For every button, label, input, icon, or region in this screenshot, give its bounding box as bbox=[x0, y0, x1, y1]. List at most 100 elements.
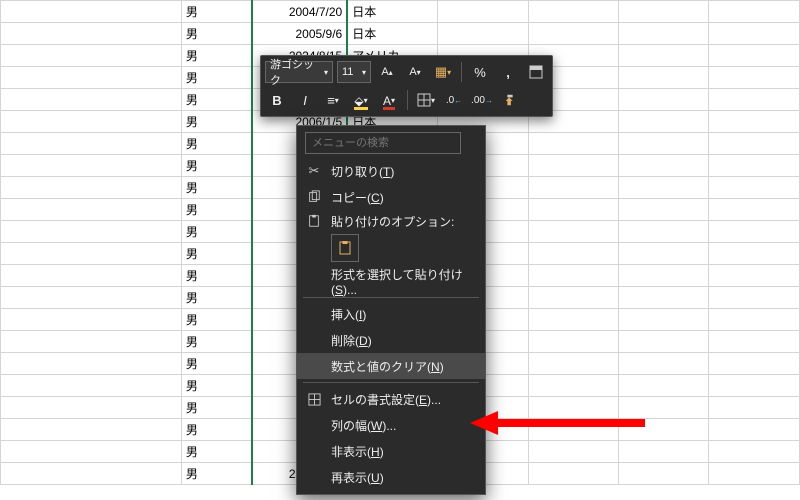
cell[interactable] bbox=[438, 1, 528, 23]
cell[interactable] bbox=[528, 353, 618, 375]
cell[interactable] bbox=[709, 23, 800, 45]
decrease-font-button[interactable]: A▾ bbox=[403, 60, 427, 84]
paste-button[interactable] bbox=[331, 234, 359, 262]
cell[interactable] bbox=[1, 133, 182, 155]
cell[interactable] bbox=[709, 67, 800, 89]
menu-item-unhide[interactable]: 再表示(U) bbox=[297, 464, 485, 490]
cell[interactable] bbox=[619, 133, 709, 155]
cell[interactable]: 日本 bbox=[347, 23, 437, 45]
increase-decimal-button[interactable]: .0← bbox=[442, 88, 466, 112]
cell[interactable] bbox=[709, 111, 800, 133]
cell[interactable]: 男 bbox=[181, 199, 251, 221]
cell[interactable] bbox=[1, 111, 182, 133]
cell[interactable] bbox=[709, 463, 800, 485]
cell[interactable] bbox=[619, 1, 709, 23]
cell[interactable] bbox=[528, 243, 618, 265]
cell[interactable] bbox=[619, 265, 709, 287]
cell[interactable] bbox=[709, 199, 800, 221]
comma-style-button[interactable]: , bbox=[496, 60, 520, 84]
cell[interactable]: 男 bbox=[181, 155, 251, 177]
menu-item-clear-contents[interactable]: 数式と値のクリア(N) bbox=[297, 353, 485, 379]
cell[interactable] bbox=[1, 353, 182, 375]
cell[interactable] bbox=[1, 309, 182, 331]
cell[interactable] bbox=[1, 375, 182, 397]
cell[interactable] bbox=[619, 375, 709, 397]
align-button[interactable]: ≡▾ bbox=[321, 88, 345, 112]
increase-font-button[interactable]: A▴ bbox=[375, 60, 399, 84]
cell[interactable] bbox=[619, 45, 709, 67]
cell[interactable] bbox=[528, 375, 618, 397]
menu-item-delete[interactable]: 削除(D) bbox=[297, 327, 485, 353]
cell[interactable]: 男 bbox=[181, 89, 251, 111]
cell[interactable] bbox=[528, 133, 618, 155]
cell[interactable] bbox=[709, 353, 800, 375]
cell[interactable] bbox=[528, 177, 618, 199]
cell[interactable]: 男 bbox=[181, 331, 251, 353]
cell[interactable] bbox=[619, 463, 709, 485]
cell[interactable] bbox=[1, 265, 182, 287]
cell[interactable]: 男 bbox=[181, 463, 251, 485]
cell[interactable]: 男 bbox=[181, 67, 251, 89]
cell[interactable] bbox=[619, 23, 709, 45]
cell[interactable]: 男 bbox=[181, 375, 251, 397]
cell[interactable] bbox=[709, 309, 800, 331]
cell[interactable] bbox=[619, 309, 709, 331]
cell[interactable] bbox=[619, 111, 709, 133]
menu-item-copy[interactable]: コピー(C) bbox=[297, 184, 485, 210]
cell[interactable]: 男 bbox=[181, 221, 251, 243]
font-name-select[interactable]: 游ゴシック ▾ bbox=[265, 61, 333, 83]
cell[interactable] bbox=[528, 23, 618, 45]
cell[interactable] bbox=[709, 397, 800, 419]
cell[interactable] bbox=[1, 23, 182, 45]
cell[interactable]: 男 bbox=[181, 45, 251, 67]
cell[interactable] bbox=[619, 353, 709, 375]
fill-color-button[interactable]: ⬙ ▾ bbox=[349, 88, 373, 112]
cell[interactable] bbox=[619, 89, 709, 111]
cell[interactable] bbox=[528, 287, 618, 309]
cell[interactable] bbox=[709, 287, 800, 309]
cell[interactable]: 男 bbox=[181, 177, 251, 199]
cell[interactable]: 男 bbox=[181, 111, 251, 133]
cell[interactable] bbox=[1, 199, 182, 221]
cell[interactable] bbox=[528, 463, 618, 485]
cell[interactable] bbox=[709, 243, 800, 265]
cell[interactable]: 男 bbox=[181, 265, 251, 287]
menu-item-format-cells[interactable]: セルの書式設定(E)... bbox=[297, 386, 485, 412]
cell[interactable] bbox=[528, 309, 618, 331]
menu-item-column-width[interactable]: 列の幅(W)... bbox=[297, 412, 485, 438]
cell[interactable] bbox=[1, 45, 182, 67]
table-row[interactable]: 男2005/9/6日本 bbox=[1, 23, 800, 45]
cell[interactable]: 男 bbox=[181, 397, 251, 419]
cell[interactable]: 2005/9/6 bbox=[252, 23, 347, 45]
font-size-select[interactable]: 11 ▾ bbox=[337, 61, 371, 83]
cell[interactable] bbox=[528, 155, 618, 177]
cell[interactable] bbox=[619, 199, 709, 221]
cell[interactable] bbox=[528, 221, 618, 243]
italic-button[interactable]: I bbox=[293, 88, 317, 112]
menu-item-cut[interactable]: ✂ 切り取り(T) bbox=[297, 158, 485, 184]
menu-item-insert[interactable]: 挿入(I) bbox=[297, 301, 485, 327]
cell[interactable]: 男 bbox=[181, 243, 251, 265]
cell[interactable] bbox=[619, 177, 709, 199]
cell[interactable] bbox=[709, 89, 800, 111]
cell[interactable] bbox=[528, 441, 618, 463]
cell[interactable]: 2004/7/20 bbox=[252, 1, 347, 23]
cell[interactable] bbox=[1, 397, 182, 419]
cell[interactable]: 男 bbox=[181, 309, 251, 331]
number-format-button[interactable] bbox=[524, 60, 548, 84]
cell[interactable] bbox=[1, 221, 182, 243]
cell[interactable] bbox=[619, 67, 709, 89]
cell[interactable] bbox=[709, 419, 800, 441]
font-color-button[interactable]: A ▾ bbox=[377, 88, 401, 112]
borders-button[interactable]: ▾ bbox=[414, 88, 438, 112]
cell[interactable] bbox=[709, 375, 800, 397]
cell[interactable] bbox=[709, 45, 800, 67]
cell[interactable] bbox=[709, 331, 800, 353]
cell[interactable] bbox=[1, 287, 182, 309]
cell[interactable] bbox=[438, 23, 528, 45]
cell[interactable] bbox=[528, 331, 618, 353]
cell[interactable] bbox=[619, 441, 709, 463]
cell[interactable] bbox=[709, 177, 800, 199]
menu-search-input[interactable] bbox=[305, 132, 461, 154]
cell[interactable] bbox=[709, 221, 800, 243]
